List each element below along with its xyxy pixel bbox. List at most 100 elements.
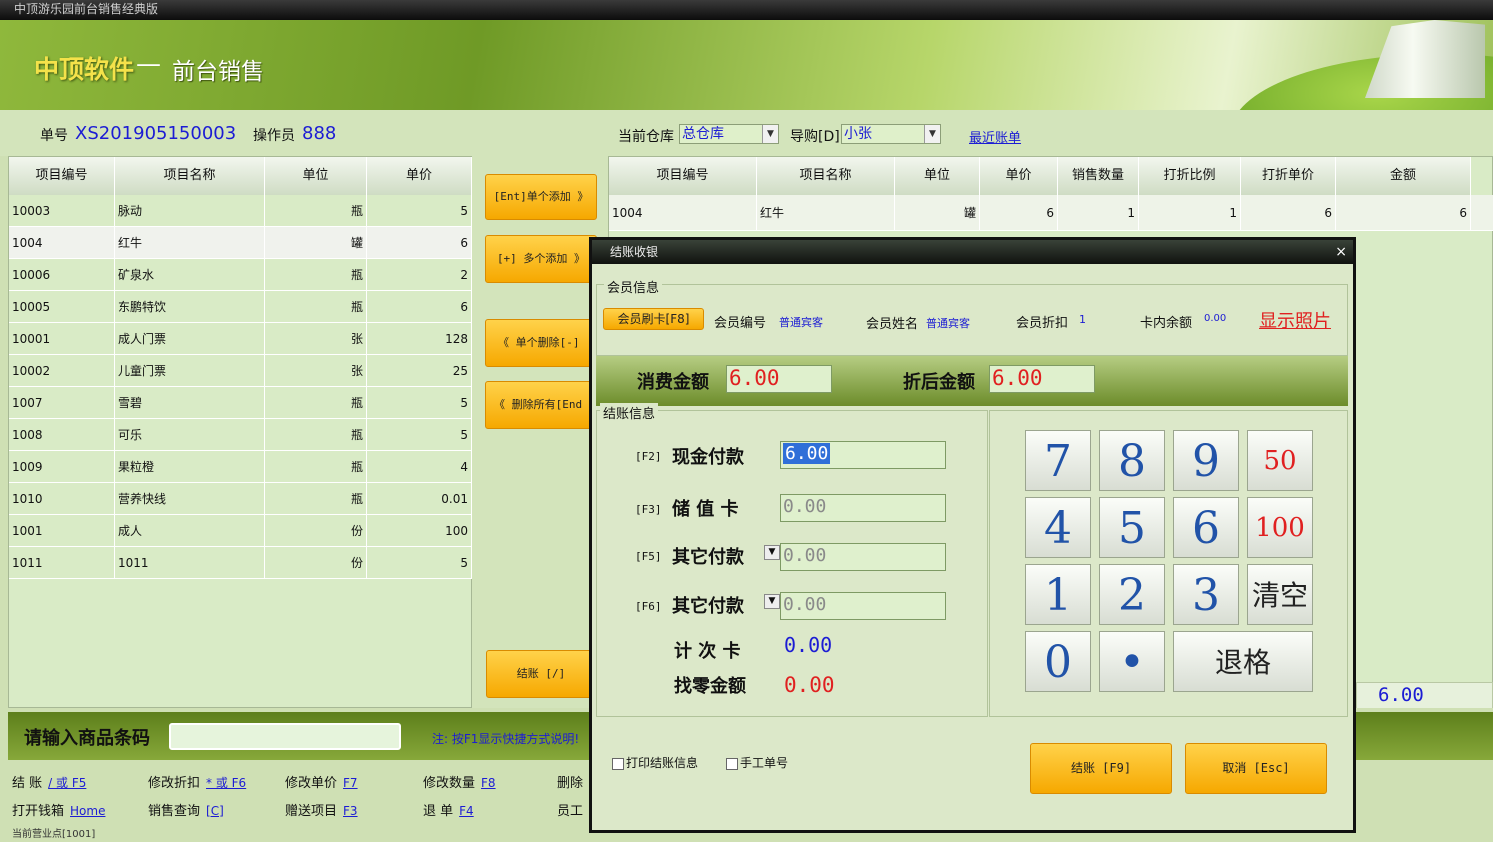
keypad-key[interactable]: 100 [1247,497,1313,558]
chevron-down-icon[interactable]: ▼ [924,125,940,143]
table-row[interactable]: 10006 矿泉水瓶 2 [9,259,472,291]
cash-input[interactable]: 6.00 [780,441,946,469]
cash-value: 6.00 [783,443,831,464]
table-row[interactable]: 1008 可乐瓶 5 [9,419,472,451]
keypad-key[interactable]: 退格 [1173,631,1313,692]
recent-bills-link[interactable]: 最近账单 [969,127,1021,146]
table-row[interactable]: 1009 果粒橙瓶 4 [9,451,472,483]
window-title-bar: 中顶游乐园前台销售经典版 [0,0,1493,20]
shortcut-item: 修改单价 F7 [285,772,358,791]
column-header[interactable]: 项目名称 [757,157,895,195]
shortcut-key[interactable]: F7 [343,776,358,790]
table-row[interactable]: 1001 成人份 100 [9,515,472,547]
table-row[interactable]: 10002 儿童门票张 25 [9,355,472,387]
table-cell: 营养快线 [115,483,265,515]
table-cell: 0.01 [367,483,472,515]
table-row[interactable]: 10003 脉动瓶 5 [9,195,472,227]
shortcut-key[interactable]: F4 [459,804,474,818]
chevron-down-icon[interactable]: ▼ [764,594,780,609]
checkbox-icon[interactable] [726,757,738,770]
keypad-key[interactable]: 5 [1099,497,1165,558]
column-header[interactable]: 单位 [895,157,980,195]
column-header[interactable]: 单价 [367,157,472,195]
add-single-button[interactable]: [Ent]单个添加 》 [485,174,597,220]
cash-label: 现金付款 [672,447,744,468]
keypad-key[interactable]: 7 [1025,430,1091,491]
table-row[interactable]: 1011 1011 份 5 [9,547,472,579]
table-cell: 1004 [9,227,115,259]
table-row[interactable]: 1004 红牛罐 6 [9,227,472,259]
add-multiple-button[interactable]: [+] 多个添加 》 [485,235,597,283]
checkbox-icon[interactable] [612,757,624,770]
shortcut-label: 打开钱箱 [12,804,65,819]
stored-card-input[interactable]: 0.00 [780,494,946,522]
chevron-down-icon[interactable]: ▼ [764,545,780,560]
print-checkbox[interactable]: 打印结账信息 [612,754,698,771]
shortcut-key[interactable]: F8 [481,776,496,790]
shortcut-key[interactable]: Home [70,804,105,818]
keypad-key[interactable]: • [1099,631,1165,692]
checkout-side-button[interactable]: 结账 [/] [486,650,596,698]
keypad-key[interactable]: 3 [1173,564,1239,625]
other-pay1-input[interactable]: 0.00 [780,543,946,571]
shortcut-item: 退 单 F4 [423,800,474,819]
item-catalog-table[interactable]: 项目编号 项目名称 单位 单价 10003 脉动瓶 5 1004 红牛罐 6 10006 矿泉水瓶 2 1… [8,156,472,708]
keypad-key[interactable]: 9 [1173,430,1239,491]
table-row[interactable]: 10001 成人门票张 128 [9,323,472,355]
table-cell: 4 [367,451,472,483]
table-cell: 罐 [265,227,367,259]
shortcut-key[interactable]: [C] [206,804,224,818]
table-row[interactable]: 1010 营养快线瓶 0.01 [9,483,472,515]
column-header[interactable]: 项目名称 [115,157,265,195]
delete-all-button[interactable]: 《 删除所有[End [485,381,597,429]
keypad-key[interactable]: 0 [1025,631,1091,692]
warehouse-select[interactable]: 总仓库 ▼ [679,124,779,144]
other-pay2-input[interactable]: 0.00 [780,592,946,620]
keypad-key[interactable]: 2 [1099,564,1165,625]
guide-select[interactable]: 小张 ▼ [841,124,941,144]
shortcut-key[interactable]: F3 [343,804,358,818]
keypad-key[interactable]: 8 [1099,430,1165,491]
manual-no-checkbox[interactable]: 手工单号 [726,754,788,771]
keypad-key[interactable]: 4 [1025,497,1091,558]
show-photo-link[interactable]: 显示照片 [1259,307,1331,333]
column-header[interactable]: 打折比例 [1139,157,1241,195]
barcode-label: 请输入商品条码 [24,728,150,749]
column-header[interactable]: 项目编号 [609,157,757,195]
shortcut-key[interactable]: / 或 F5 [48,776,86,790]
column-header[interactable]: 金额 [1336,157,1471,195]
confirm-checkout-button[interactable]: 结账 [F9] [1030,743,1172,794]
column-header[interactable]: 打折单价 [1241,157,1336,195]
table-cell: 份 [265,547,367,579]
shortcut-key[interactable]: * 或 F6 [206,776,246,790]
keypad-key[interactable]: 清空 [1247,564,1313,625]
delete-single-button[interactable]: 《 单个删除[-] [485,319,597,367]
shortcut-item: 修改数量 F8 [423,772,496,791]
keypad-key[interactable]: 6 [1173,497,1239,558]
table-row[interactable]: 10005 东鹏特饮瓶 6 [9,291,472,323]
member-no-label: 会员编号 [714,316,767,331]
member-swipe-button[interactable]: 会员刷卡[F8] [603,308,704,330]
table-row[interactable]: 1007 雪碧瓶 5 [9,387,472,419]
table-row[interactable]: 1004 红牛罐 6 1 1 6 6 [609,195,1493,231]
cancel-button[interactable]: 取消 [Esc] [1185,743,1327,794]
other-pay1-label: 其它付款 [672,547,744,568]
table-cell: 1009 [9,451,115,483]
shortcut-label: 修改单价 [285,776,338,791]
order-no: XS201905150003 [75,123,237,144]
column-header[interactable]: 项目编号 [9,157,115,195]
chevron-down-icon[interactable]: ▼ [762,125,778,143]
shortcut-label: 销售查询 [148,804,201,819]
barcode-input[interactable] [169,723,401,750]
keypad-key[interactable]: 1 [1025,564,1091,625]
shortcut-item: 修改折扣 * 或 F6 [148,772,246,791]
column-header[interactable]: 单位 [265,157,367,195]
column-header[interactable]: 销售数量 [1058,157,1139,195]
table-cell: 6 [1241,195,1336,231]
table-cell: 可乐 [115,419,265,451]
close-icon[interactable]: × [1335,243,1347,261]
payment-section-label: 结账信息 [600,403,659,422]
column-header[interactable]: 单价 [980,157,1058,195]
keypad-key[interactable]: 50 [1247,430,1313,491]
table-cell: 瓶 [265,483,367,515]
